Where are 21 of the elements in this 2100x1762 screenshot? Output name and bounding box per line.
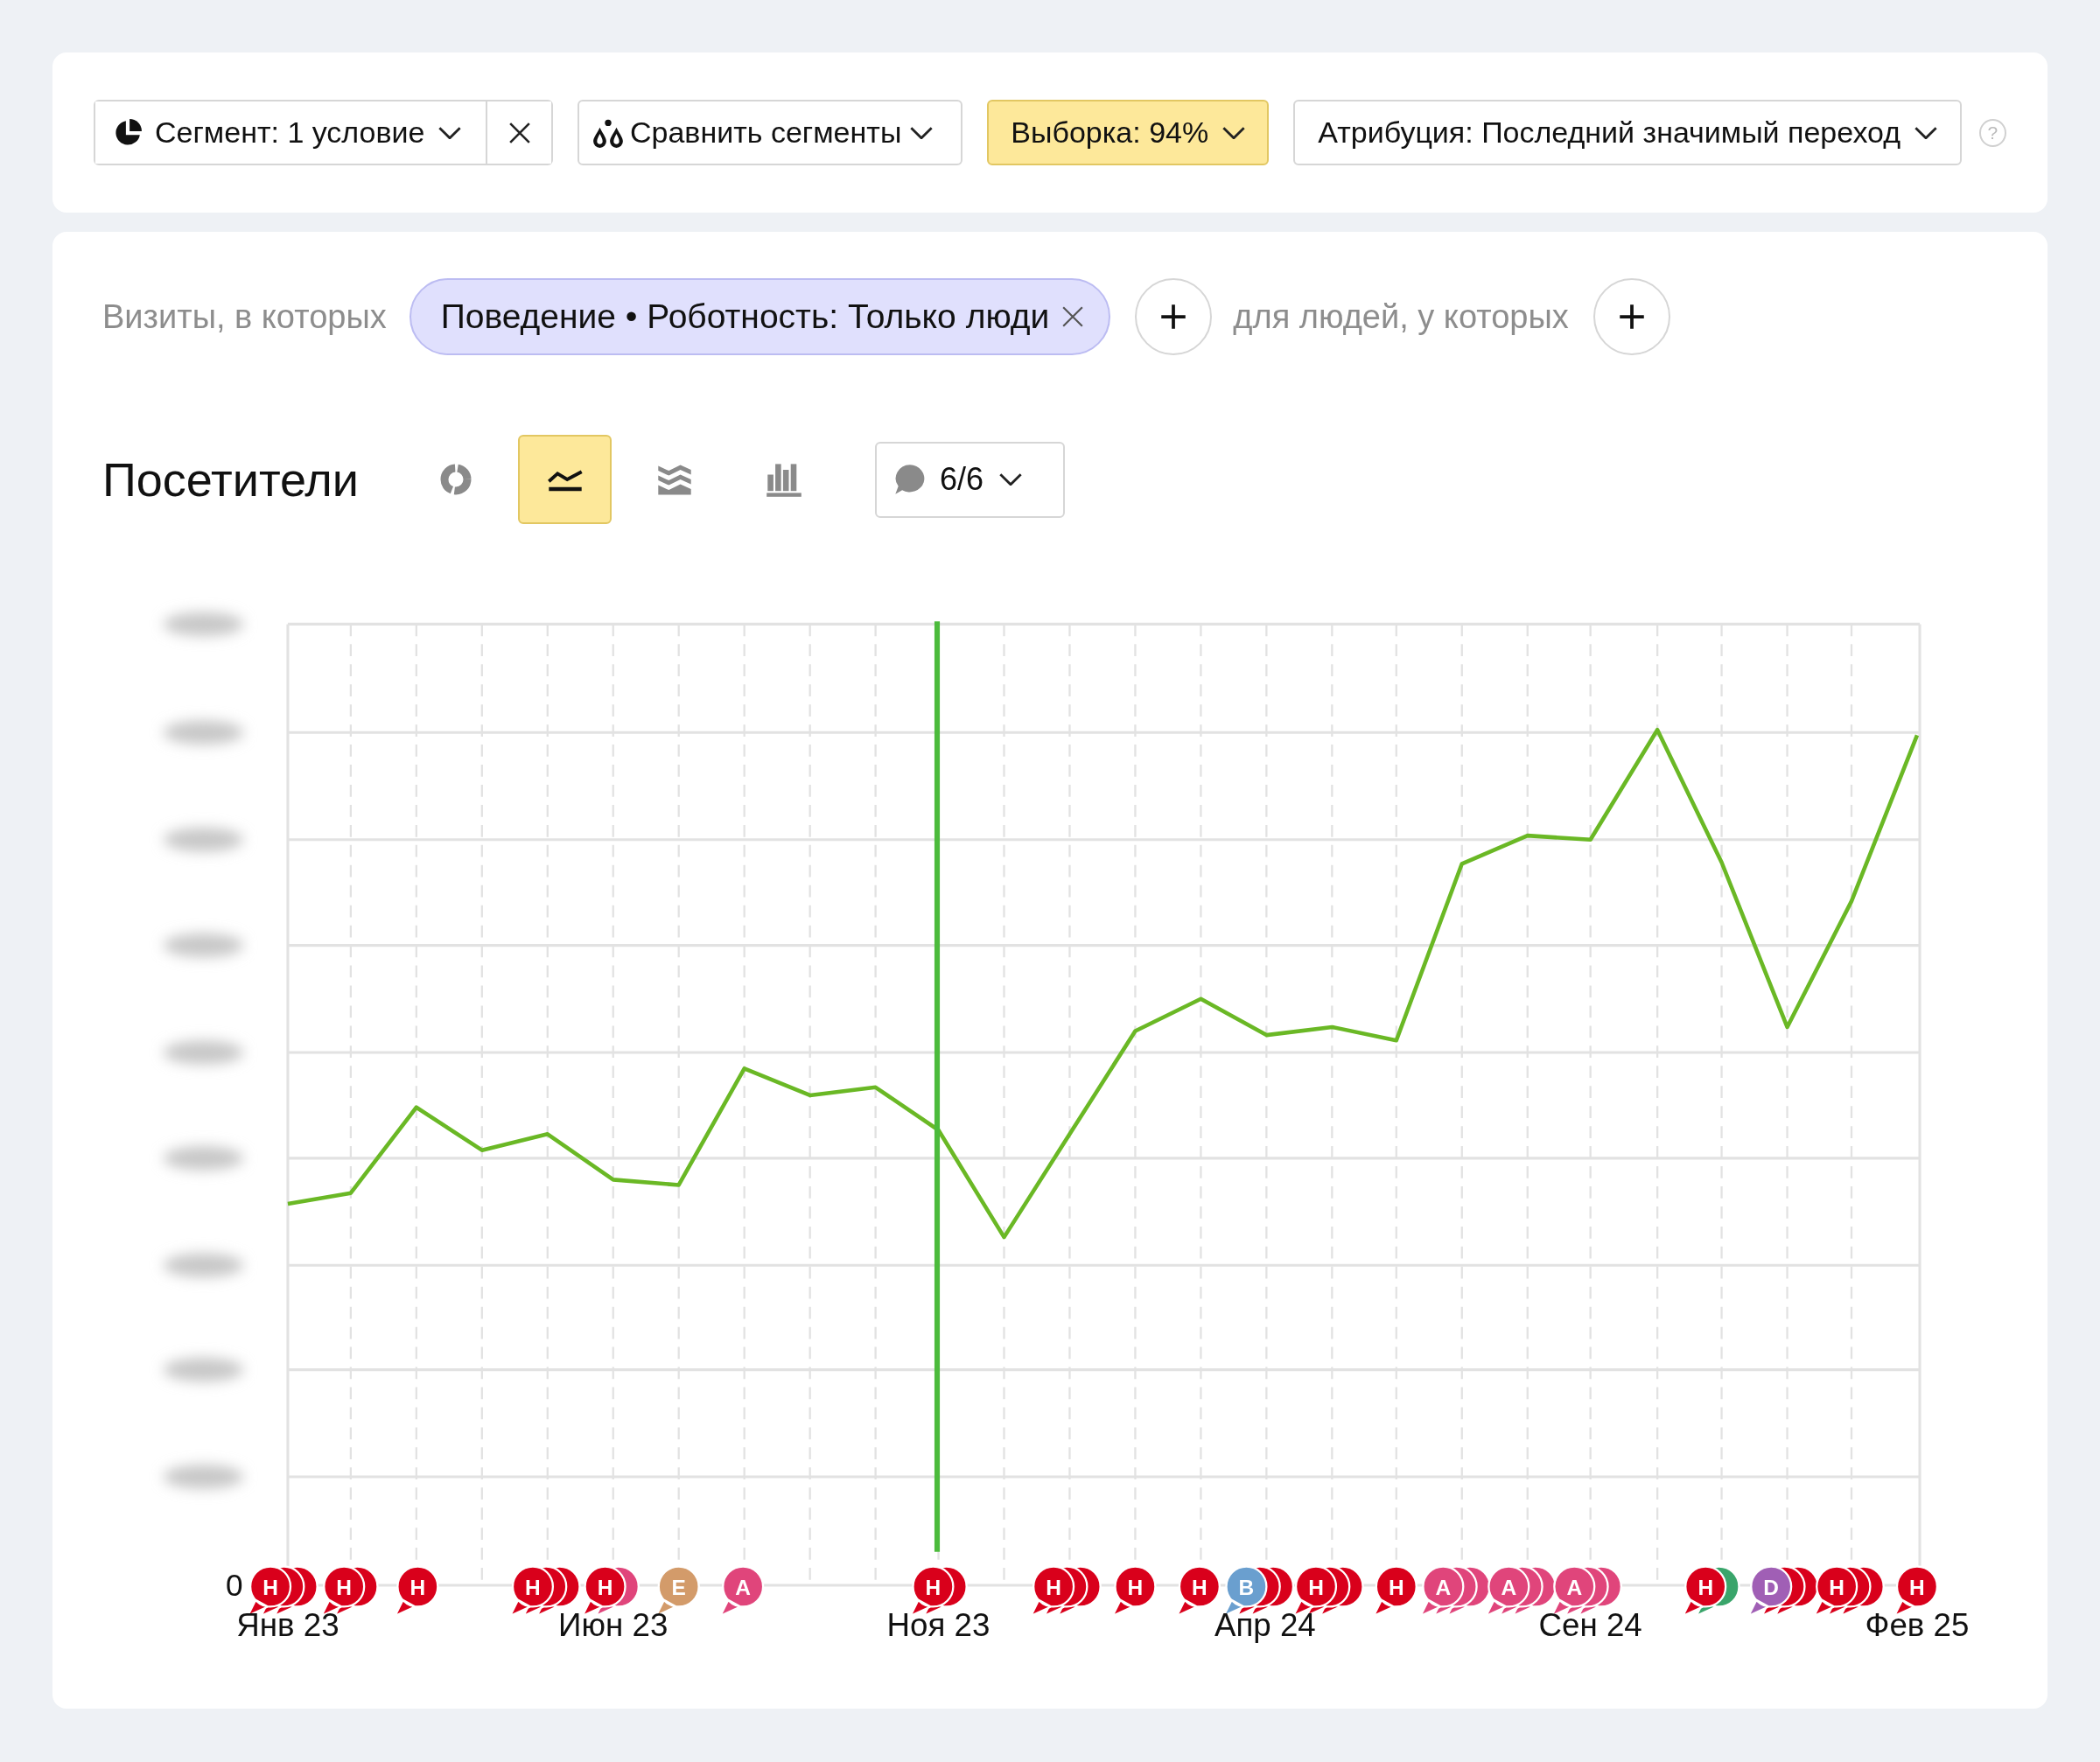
attribution-button[interactable]: Атрибуция: Последний значимый переход (1293, 100, 1962, 165)
report-title: Посетители (102, 452, 360, 507)
chevron-down-icon (1914, 126, 1938, 139)
condition-chip[interactable]: Поведение • Роботность: Только люди (409, 278, 1111, 355)
visits-label: Визиты, в которых (102, 297, 387, 336)
compare-segments-button[interactable]: Сравнить сегменты (578, 100, 963, 165)
sample-button[interactable]: Выборка: 94% (987, 100, 1270, 165)
chevron-down-icon (910, 126, 934, 139)
chevron-down-icon (1222, 126, 1246, 139)
clear-segment-button[interactable] (486, 101, 551, 164)
drops-icon (592, 117, 625, 148)
axis-label: 0 (225, 1568, 243, 1603)
plus-icon (1618, 304, 1645, 330)
close-icon (508, 121, 531, 144)
line-chart-button[interactable] (518, 435, 612, 524)
close-icon[interactable] (1061, 305, 1085, 328)
chevron-down-icon (999, 473, 1023, 486)
annotations-dropdown[interactable]: 6/6 (875, 441, 1066, 518)
people-label: для людей, у которых (1233, 297, 1569, 336)
chevron-down-icon (438, 126, 462, 139)
plus-icon (1160, 304, 1187, 330)
